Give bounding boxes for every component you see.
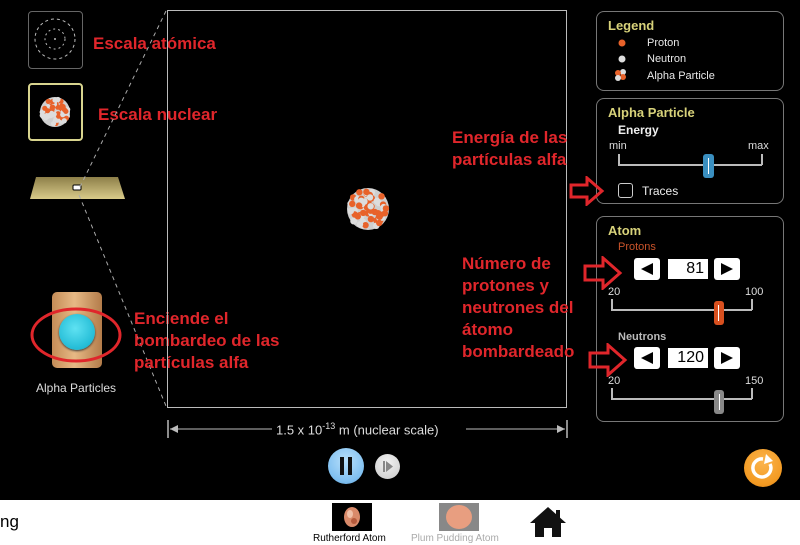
energy-annotation: Energía de las partículas alfa	[452, 128, 568, 169]
left-arrow-icon	[641, 263, 653, 275]
arrow-neutrons-annotation	[588, 343, 628, 377]
highlight-ellipse	[30, 307, 122, 363]
neutron-icon	[618, 55, 626, 63]
neutrons-slider-track[interactable]	[611, 398, 752, 400]
rutherford-tab-label: Rutherford Atom	[313, 533, 386, 544]
screen-tab-plum-pudding[interactable]: Plum Pudding Atom	[408, 502, 512, 544]
scale-indicator-text: 1.5 x 10-13 m (nuclear scale)	[276, 421, 439, 438]
energy-min-label: min	[609, 140, 627, 152]
nucleon	[349, 200, 356, 208]
neutrons-decrement-button[interactable]	[634, 347, 660, 369]
legend-neutron-label: Neutron	[647, 53, 687, 65]
reset-button[interactable]	[744, 449, 782, 487]
nucleon	[350, 217, 357, 225]
nucleon	[361, 198, 368, 205]
nucleon	[371, 208, 378, 216]
neutrons-value: 120	[668, 348, 708, 368]
legend-proton-label: Proton	[647, 37, 680, 49]
left-arrow-icon	[641, 352, 653, 364]
atom-annotation: Número de protones y neutrones del átomo bom…	[462, 254, 575, 361]
right-arrow-icon	[721, 352, 733, 364]
nucleon	[367, 215, 375, 223]
sim-title-fragment: ng	[0, 512, 19, 531]
nucleon	[355, 202, 363, 209]
nucleon	[367, 203, 374, 210]
neutrons-slider-thumb[interactable]	[714, 390, 725, 414]
traces-label: Traces	[642, 184, 679, 198]
energy-max-label: max	[748, 140, 769, 152]
atom-panel-title: Atom	[608, 223, 642, 238]
energy-slider-thumb[interactable]	[703, 154, 715, 178]
protons-increment-button[interactable]	[714, 258, 740, 280]
right-arrow-icon	[721, 263, 733, 275]
nucleon	[347, 207, 354, 215]
legend-panel: Legend Proton Neutron Alpha Particle	[596, 11, 784, 91]
simulation-canvas: Escala atómica Escala nuclear Alpha Part…	[0, 0, 800, 500]
nucleon	[354, 213, 362, 220]
reset-icon	[751, 454, 773, 479]
nucleon	[366, 194, 374, 201]
target-nucleus	[347, 188, 390, 230]
nucleon	[356, 221, 364, 228]
protons-label: Protons	[618, 241, 656, 253]
arrow-protons-annotation	[583, 256, 623, 290]
gun-label: Alpha Particles	[36, 381, 117, 395]
energy-label: Energy	[618, 123, 659, 137]
nucleon	[377, 211, 385, 218]
arrow-energy-annotation	[569, 176, 605, 206]
neutrons-label: Neutrons	[618, 331, 667, 343]
neutrons-increment-button[interactable]	[714, 347, 740, 369]
protons-value: 81	[668, 259, 708, 279]
plum-pudding-thumbnail	[439, 503, 479, 531]
traces-checkbox[interactable]	[618, 183, 633, 198]
proton-icon	[618, 39, 626, 47]
legend-title: Legend	[608, 18, 655, 33]
pause-button[interactable]	[328, 448, 364, 484]
atom-panel: Atom Protons 81 20 100 Neutrons 120 20 1…	[596, 216, 784, 422]
step-icon	[383, 461, 393, 472]
nucleon	[376, 219, 383, 227]
alpha-particle-panel: Alpha Particle Energy min max Traces	[596, 98, 784, 204]
nucleon	[363, 188, 370, 196]
protons-max-label: 100	[745, 286, 764, 298]
navigation-bar: ng Rutherford Atom Plum Pudding Atom	[0, 500, 800, 545]
screen-tab-rutherford[interactable]: Rutherford Atom	[308, 502, 398, 544]
rutherford-thumbnail	[332, 503, 372, 531]
nucleon	[362, 221, 369, 229]
alpha-particle-icon	[615, 69, 626, 81]
legend-alpha-label: Alpha Particle	[647, 70, 715, 82]
nucleon	[359, 209, 367, 217]
pause-icon	[340, 457, 344, 475]
nucleon	[378, 193, 385, 200]
home-icon[interactable]	[529, 506, 567, 538]
alpha-panel-title: Alpha Particle	[608, 105, 695, 120]
protons-decrement-button[interactable]	[634, 258, 660, 280]
energy-slider-track[interactable]	[618, 164, 762, 166]
nucleon	[356, 189, 363, 196]
nucleon	[373, 197, 381, 205]
step-button[interactable]	[375, 454, 400, 479]
neutrons-max-label: 150	[745, 375, 764, 387]
protons-slider-thumb[interactable]	[713, 301, 724, 325]
protons-slider-track[interactable]	[611, 309, 752, 311]
nucleon	[382, 205, 390, 212]
plum-pudding-tab-label: Plum Pudding Atom	[411, 533, 499, 544]
